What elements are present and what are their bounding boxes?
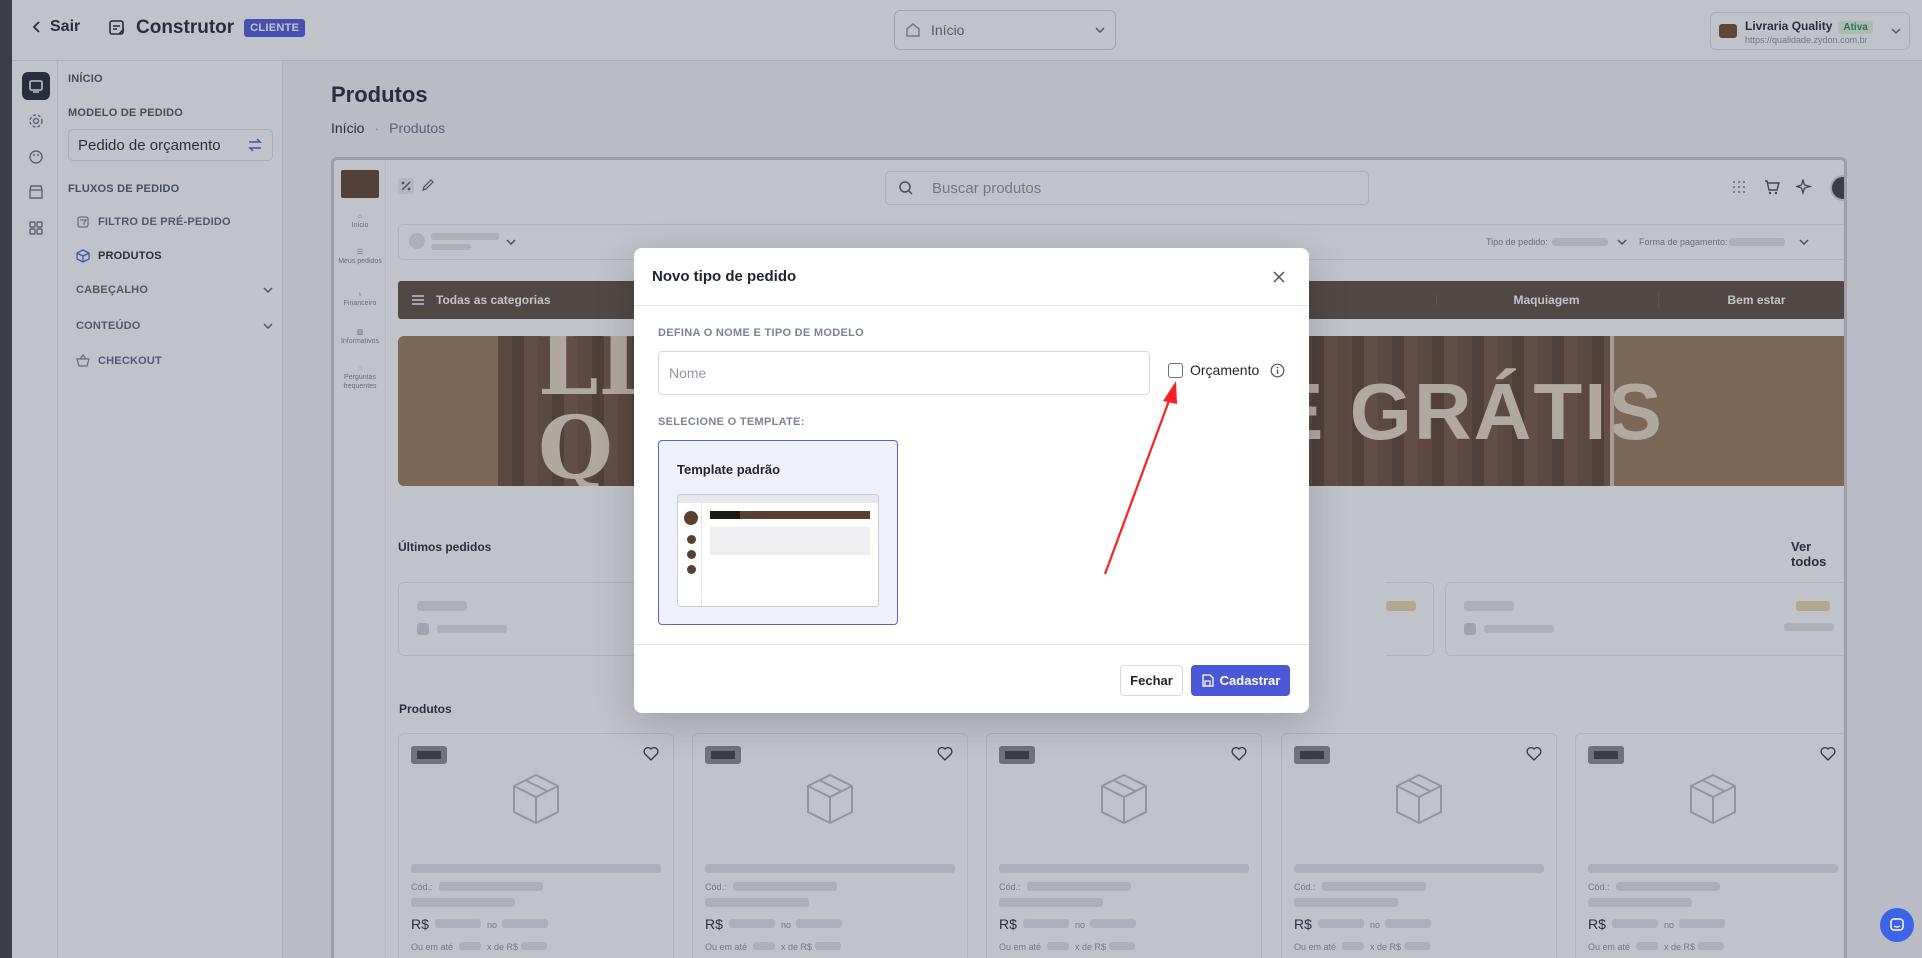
- dialog-title: Novo tipo de pedido: [652, 268, 797, 285]
- close-dialog-button[interactable]: Fechar: [1120, 665, 1183, 696]
- template-preview-thumbnail: [677, 494, 879, 607]
- close-icon: [1273, 271, 1285, 283]
- save-icon: [1201, 674, 1214, 687]
- dialog-header: Novo tipo de pedido: [634, 248, 1309, 306]
- budget-checkbox-label: Orçamento: [1190, 362, 1260, 378]
- name-input[interactable]: [658, 351, 1150, 395]
- register-button[interactable]: Cadastrar: [1191, 665, 1290, 696]
- register-button-label: Cadastrar: [1219, 673, 1281, 688]
- info-icon[interactable]: [1270, 363, 1285, 378]
- template-name: Template padrão: [677, 462, 781, 477]
- budget-checkbox[interactable]: Orçamento: [1168, 362, 1259, 378]
- new-order-type-dialog: Novo tipo de pedido DEFINA O NOME E TIPO…: [634, 248, 1309, 713]
- dialog-footer: Fechar Cadastrar: [634, 644, 1309, 713]
- checkbox-box[interactable]: [1168, 362, 1183, 378]
- chat-icon: [1889, 917, 1905, 933]
- help-chat-button[interactable]: [1880, 908, 1914, 942]
- template-section-label: SELECIONE O TEMPLATE:: [658, 416, 805, 428]
- template-card-default[interactable]: Template padrão: [658, 440, 898, 625]
- name-section-label: DEFINA O NOME E TIPO DE MODELO: [658, 327, 864, 339]
- close-button[interactable]: [1268, 266, 1290, 288]
